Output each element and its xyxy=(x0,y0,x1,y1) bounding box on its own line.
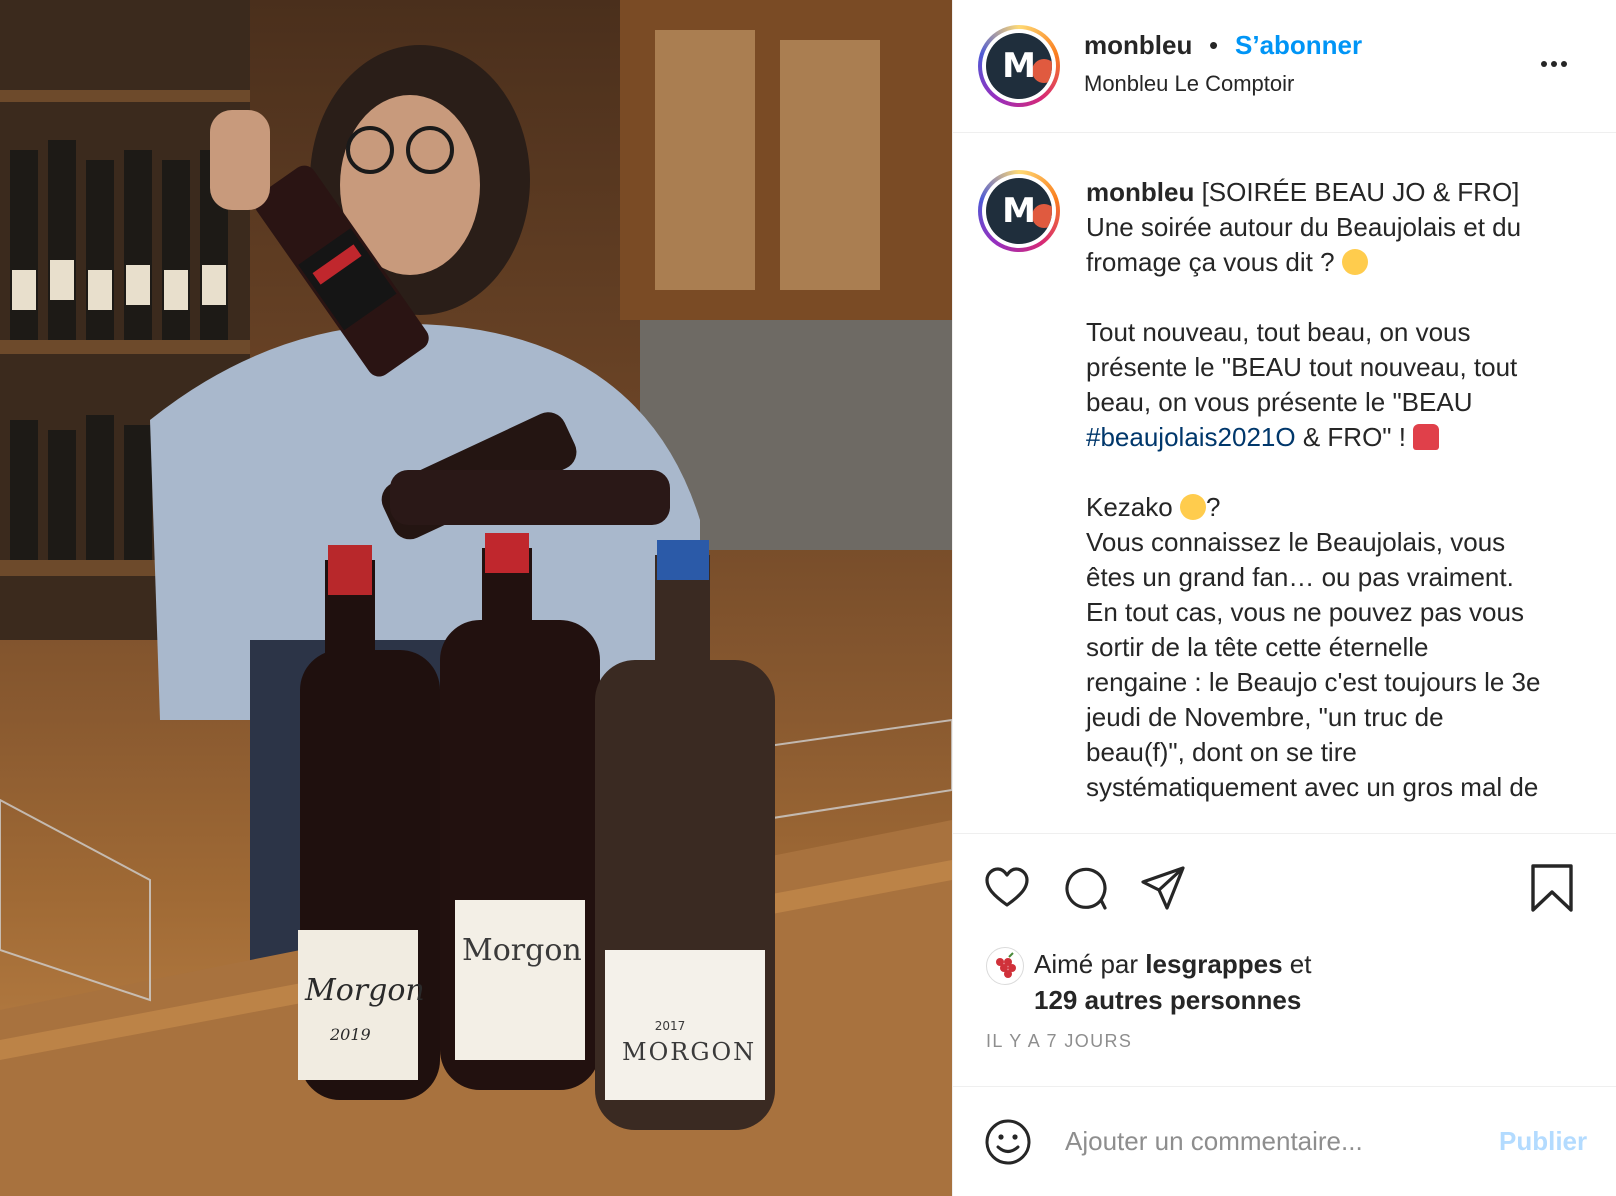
more-options-icon[interactable] xyxy=(1541,54,1575,70)
separator-dot: • xyxy=(1209,30,1219,60)
likes-prefix: Aimé par xyxy=(1034,949,1146,979)
police-light-icon xyxy=(1413,424,1440,450)
avatar-image: M xyxy=(986,178,1052,244)
publish-button[interactable]: Publier xyxy=(1499,1126,1587,1157)
caption-area: M monbleu [SOIRÉE BEAU JO & FRO] Une soi… xyxy=(953,133,1616,833)
follow-button[interactable]: S’abonner xyxy=(1235,30,1362,61)
post-timestamp[interactable]: IL Y A 7 JOURS xyxy=(986,1031,1132,1052)
author-username[interactable]: monbleu xyxy=(1084,30,1192,61)
caption-text: monbleu [SOIRÉE BEAU JO & FRO] Une soiré… xyxy=(1086,175,1591,805)
caption-avatar[interactable]: M xyxy=(978,170,1060,252)
likes-others-link[interactable]: 129 autres personnes xyxy=(1034,985,1301,1015)
bookmark-icon[interactable] xyxy=(1529,862,1575,914)
caption-username[interactable]: monbleu xyxy=(1086,177,1194,207)
photo-illustration: Morgon 2019 Morgon 2017 MORGON xyxy=(0,0,952,1196)
bottle-label-2: Morgon xyxy=(462,933,582,968)
bottle-label-3: MORGON xyxy=(622,1038,756,1066)
hashtag-link[interactable]: #beaujolais2021O xyxy=(1086,422,1296,452)
caption-part-3: & FRO" ! xyxy=(1295,422,1414,452)
heart-icon[interactable] xyxy=(983,864,1031,912)
partying-face-icon xyxy=(1341,249,1368,275)
location-link[interactable]: Monbleu Le Comptoir xyxy=(1084,71,1294,97)
post-actions: Aimé par lesgrappes et 129 autres personn… xyxy=(953,833,1616,1195)
liker-avatar[interactable] xyxy=(986,947,1024,985)
caption-part-4: Kezako xyxy=(1086,492,1173,522)
bottle-vintage-1: 2019 xyxy=(329,1025,371,1044)
emoji-picker-icon[interactable] xyxy=(983,1117,1033,1167)
comment-input[interactable] xyxy=(1063,1125,1467,1158)
post-photo[interactable]: Morgon 2019 Morgon 2017 MORGON xyxy=(0,0,952,1196)
post-header: M monbleu • S’abonner Monbleu Le Comptoi… xyxy=(953,0,1616,133)
monbleu-logo-icon: M xyxy=(1002,46,1036,86)
instagram-post: Morgon 2019 Morgon 2017 MORGON M monbleu… xyxy=(0,0,1616,1196)
likes-suffix: et xyxy=(1282,949,1312,979)
face-with-monocle-icon xyxy=(1179,494,1206,520)
bottle-label-1: Morgon xyxy=(304,973,425,1008)
monbleu-logo-icon: M xyxy=(1002,191,1036,231)
comment-bar: Publier xyxy=(953,1086,1616,1196)
caption-part-5: ? Vous connaissez le Beaujolais, vous êt… xyxy=(1086,492,1541,802)
bottle-vintage-3: 2017 xyxy=(655,1019,686,1033)
grapes-icon xyxy=(996,952,1016,978)
share-icon[interactable] xyxy=(1139,864,1187,912)
likes-summary: Aimé par lesgrappes et 129 autres personn… xyxy=(1034,946,1474,1018)
author-avatar[interactable]: M xyxy=(978,25,1060,107)
liker-username[interactable]: lesgrappes xyxy=(1145,949,1282,979)
avatar-image: M xyxy=(986,33,1052,99)
comment-icon[interactable] xyxy=(1061,864,1109,912)
post-side-panel: M monbleu • S’abonner Monbleu Le Comptoi… xyxy=(952,0,1616,1196)
caption-part-2: Tout nouveau, tout beau, on vous présent… xyxy=(1086,317,1518,417)
